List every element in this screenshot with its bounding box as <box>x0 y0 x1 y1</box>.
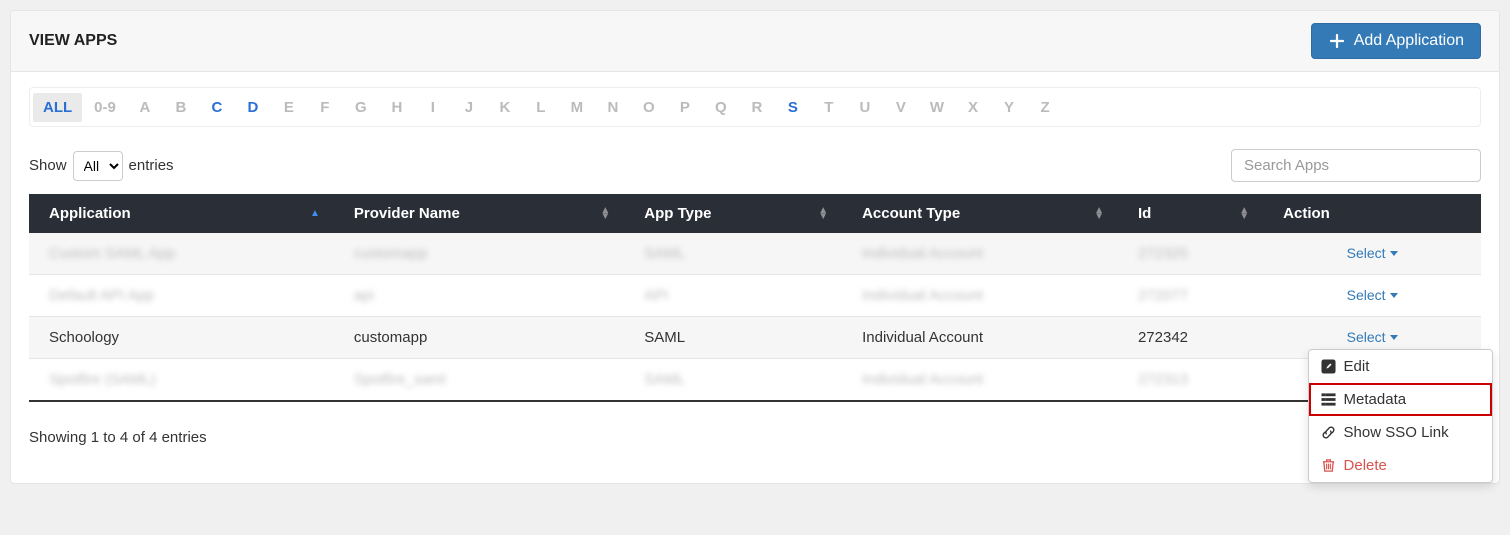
filter-letter-Q[interactable]: Q <box>704 93 738 122</box>
dropdown-edit[interactable]: Edit <box>1309 350 1492 383</box>
table-header-row: Application ▲ Provider Name ▲▼ App Type … <box>29 194 1481 233</box>
filter-letter-F[interactable]: F <box>308 93 342 122</box>
filter-letter-H[interactable]: H <box>380 93 414 122</box>
controls-row: Show All entries <box>29 149 1481 182</box>
cell-accounttype: Individual Account <box>842 233 1118 275</box>
cell-id: 272342 <box>1118 317 1263 359</box>
sort-icon: ▲▼ <box>818 208 828 220</box>
sort-icon: ▲ <box>310 211 320 217</box>
cell-accounttype: Individual Account <box>842 359 1118 402</box>
table-row: Spotfire (SAML)Spotfire_samlSAMLIndividu… <box>29 359 1481 402</box>
table-row: Custom SAML AppcustomappSAMLIndividual A… <box>29 233 1481 275</box>
cell-application: Spotfire (SAML) <box>29 359 334 402</box>
entries-select: Show All entries <box>29 151 174 181</box>
cell-id: 272077 <box>1118 275 1263 317</box>
col-action: Action <box>1263 194 1481 233</box>
filter-letter-N[interactable]: N <box>596 93 630 122</box>
select-action[interactable]: Select <box>1347 287 1398 303</box>
filter-letter-S[interactable]: S <box>776 93 810 122</box>
cell-application: Custom SAML App <box>29 233 334 275</box>
table-row: SchoologycustomappSAMLIndividual Account… <box>29 317 1481 359</box>
cell-accounttype: Individual Account <box>842 317 1118 359</box>
filter-letter-P[interactable]: P <box>668 93 702 122</box>
cell-provider: customapp <box>334 233 624 275</box>
cell-action: Select <box>1263 233 1481 275</box>
entries-label: entries <box>129 157 174 174</box>
cell-apptype: SAML <box>624 359 842 402</box>
dropdown-metadata[interactable]: Metadata <box>1309 383 1492 416</box>
cell-application: Default API App <box>29 275 334 317</box>
cell-id: 272313 <box>1118 359 1263 402</box>
show-label: Show <box>29 157 67 174</box>
add-application-button[interactable]: Add Application <box>1311 23 1481 59</box>
cell-application: Schoology <box>29 317 334 359</box>
filter-letter-U[interactable]: U <box>848 93 882 122</box>
filter-letter-C[interactable]: C <box>200 93 234 122</box>
dropdown-sso[interactable]: Show SSO Link <box>1309 416 1492 449</box>
search-input[interactable] <box>1231 149 1481 182</box>
filter-letter-O[interactable]: O <box>632 93 666 122</box>
edit-icon <box>1321 359 1336 374</box>
col-application[interactable]: Application ▲ <box>29 194 334 233</box>
cell-provider: Spotfire_saml <box>334 359 624 402</box>
filter-letter-E[interactable]: E <box>272 93 306 122</box>
cell-action: Select <box>1263 275 1481 317</box>
table-row: Default API AppapiAPIIndividual Account2… <box>29 275 1481 317</box>
filter-letter-I[interactable]: I <box>416 93 450 122</box>
filter-letter-W[interactable]: W <box>920 93 954 122</box>
action-dropdown: Edit Metadata Show SSO Link Delete <box>1308 349 1493 483</box>
sort-icon: ▲▼ <box>1239 208 1249 220</box>
cell-apptype: SAML <box>624 233 842 275</box>
footer-info: Showing 1 to 4 of 4 entries <box>29 429 207 446</box>
cell-id: 272325 <box>1118 233 1263 275</box>
filter-letter-A[interactable]: A <box>128 93 162 122</box>
filter-letter-T[interactable]: T <box>812 93 846 122</box>
filter-letter-R[interactable]: R <box>740 93 774 122</box>
col-provider[interactable]: Provider Name ▲▼ <box>334 194 624 233</box>
filter-letter-G[interactable]: G <box>344 93 378 122</box>
select-action[interactable]: Select <box>1347 329 1398 345</box>
col-accounttype[interactable]: Account Type ▲▼ <box>842 194 1118 233</box>
sort-icon: ▲▼ <box>600 208 610 220</box>
select-action[interactable]: Select <box>1347 245 1398 261</box>
filter-letter-J[interactable]: J <box>452 93 486 122</box>
page-title: VIEW APPS <box>29 32 117 50</box>
panel-header: VIEW APPS Add Application <box>11 11 1499 72</box>
entries-dropdown[interactable]: All <box>73 151 123 181</box>
add-application-label: Add Application <box>1354 32 1464 50</box>
cell-apptype: API <box>624 275 842 317</box>
trash-icon <box>1321 458 1336 473</box>
filter-letter-L[interactable]: L <box>524 93 558 122</box>
filter-letter-0-9[interactable]: 0-9 <box>84 93 126 122</box>
filter-letter-M[interactable]: M <box>560 93 594 122</box>
cell-provider: customapp <box>334 317 624 359</box>
filter-letter-X[interactable]: X <box>956 93 990 122</box>
cell-accounttype: Individual Account <box>842 275 1118 317</box>
filter-letter-Y[interactable]: Y <box>992 93 1026 122</box>
sort-icon: ▲▼ <box>1094 208 1104 220</box>
col-id[interactable]: Id ▲▼ <box>1118 194 1263 233</box>
link-icon <box>1321 425 1336 440</box>
filter-letter-B[interactable]: B <box>164 93 198 122</box>
cell-provider: api <box>334 275 624 317</box>
filter-letter-K[interactable]: K <box>488 93 522 122</box>
table-footer: Showing 1 to 4 of 4 entries First Previo… <box>29 420 1481 455</box>
apps-table: Application ▲ Provider Name ▲▼ App Type … <box>29 194 1481 402</box>
table-body: Custom SAML AppcustomappSAMLIndividual A… <box>29 233 1481 401</box>
filter-letter-V[interactable]: V <box>884 93 918 122</box>
list-icon <box>1321 392 1336 407</box>
filter-all[interactable]: ALL <box>33 93 82 122</box>
filter-letter-Z[interactable]: Z <box>1028 93 1062 122</box>
apps-panel: VIEW APPS Add Application ALL 0-9ABCDEFG… <box>10 10 1500 484</box>
plus-icon <box>1328 32 1346 50</box>
filter-letter-D[interactable]: D <box>236 93 270 122</box>
alphabet-filter: ALL 0-9ABCDEFGHIJKLMNOPQRSTUVWXYZ <box>29 87 1481 127</box>
col-apptype[interactable]: App Type ▲▼ <box>624 194 842 233</box>
dropdown-delete[interactable]: Delete <box>1309 449 1492 482</box>
cell-apptype: SAML <box>624 317 842 359</box>
